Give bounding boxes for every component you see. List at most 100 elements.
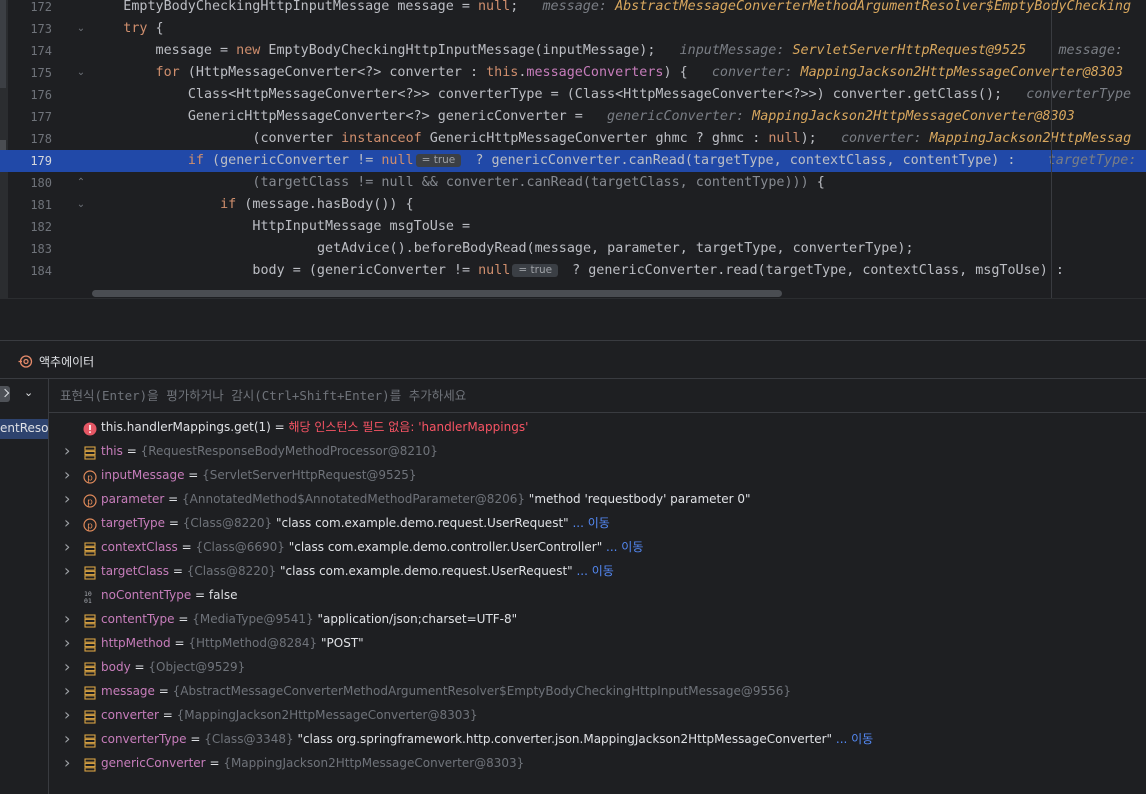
code-line[interactable]: 184 body = (genericConverter != null = tru… [0,260,1146,282]
chevron-right-icon[interactable]: › [64,463,74,487]
frame-filter-button[interactable] [0,386,10,402]
line-number[interactable]: 181 [8,194,52,216]
variable-icon [83,636,97,652]
code-line[interactable]: 174 message = new EmptyBodyCheckingHttpIn… [0,40,1146,62]
horizontal-scrollbar[interactable] [92,290,782,297]
chevron-right-icon[interactable]: › [64,607,74,631]
variable-row[interactable]: › targetClass = {Class@8220} "class com.e… [49,559,1146,583]
variable-row[interactable]: › p inputMessage = {ServletServerHttpReque… [49,463,1146,487]
code-line[interactable]: 177 GenericHttpMessageConverter<?> generi… [0,106,1146,128]
line-number[interactable]: 174 [8,40,52,62]
variable-row[interactable]: › message = {AbstractMessageConverterMeth… [49,679,1146,703]
variable-row[interactable]: › p parameter = {AnnotatedMethod$Annotated… [49,487,1146,511]
chevron-right-icon[interactable]: › [64,727,74,751]
variable-name: body [101,660,131,674]
line-number[interactable]: 182 [8,216,52,238]
fold-toggle-icon[interactable]: ⌃ [74,172,88,194]
code-line[interactable]: 173 ⌄ try { [0,18,1146,40]
variable-row[interactable]: › converter = {MappingJackson2HttpMessage… [49,703,1146,727]
variable-row[interactable]: › httpMethod = {HttpMethod@8284} "POST" [49,631,1146,655]
line-number[interactable]: 176 [8,84,52,106]
line-number[interactable]: 173 [8,18,52,40]
variable-reference: {Class@8220} [182,516,273,530]
tab-actuator[interactable]: 액추에이터 [18,351,94,371]
variable-name: genericConverter [101,756,206,770]
inline-debug-hint: converter: MappingJackson2HttpMessag [817,131,1131,146]
code-line[interactable]: 182 HttpInputMessage msgToUse = [0,216,1146,238]
line-number[interactable]: 177 [8,106,52,128]
hint-name: targetType: [1047,153,1145,168]
svg-text:p: p [87,498,93,508]
variable-value: "class com.example.demo.request.UserRequ… [276,564,573,578]
line-number[interactable]: 180 [8,172,52,194]
code-line[interactable]: 172 EmptyBodyCheckingHttpInputMessage mes… [0,0,1146,18]
code-token: (converter [252,131,342,146]
variable-equals: = [165,516,183,530]
chevron-right-icon[interactable]: › [64,703,74,727]
line-number[interactable]: 183 [8,238,52,260]
code-token: null [768,131,801,146]
variable-row[interactable]: › converterType = {Class@3348} "class org… [49,727,1146,751]
code-token: messageConverters [526,65,664,80]
chevron-right-icon[interactable]: › [64,751,74,775]
chevron-right-icon[interactable]: › [64,559,74,583]
variable-equals: = [158,708,177,722]
chevron-right-icon[interactable]: › [64,679,74,703]
variable-equals: = [191,588,209,602]
code-text: if (genericConverter != null = true ? gen… [188,150,1145,172]
navigate-link[interactable]: ... 이동 [573,564,613,578]
variable-icon: 10 01 [83,588,97,605]
navigate-link[interactable]: ... 이동 [569,516,609,530]
variable-value: "application/json;charset=UTF-8" [313,612,518,626]
variable-row[interactable]: › this = {RequestResponseBodyMethodProces… [49,439,1146,463]
navigate-link[interactable]: ... 이동 [832,732,873,746]
hint-value: MappingJackson2HttpMessageConverter@8303 [752,109,1075,124]
variable-icon [83,756,97,772]
actuator-icon [18,354,33,368]
inline-debug-hint: genericConverter: MappingJackson2HttpMes… [583,109,1075,124]
navigate-link[interactable]: ... 이동 [602,540,643,554]
variable-row[interactable]: › contextClass = {Class@6690} "class com.… [49,535,1146,559]
hint-value: MappingJackson2HttpMessageConverter@8303 [800,65,1124,80]
code-line[interactable]: 180 ⌃ (targetClass != null && converter.ca… [0,172,1146,194]
debugger-tab-bar: 액추에이터 [0,341,1146,379]
chevron-right-icon[interactable]: › [64,511,74,535]
expression-input[interactable] [49,378,1146,412]
variable-row[interactable]: this.handlerMappings.get(1) = 해당 인스턴스 필드… [49,415,1146,439]
variable-text: inputMessage = {ServletServerHttpRequest… [101,463,417,487]
variable-icon [83,684,97,700]
line-number[interactable]: 179 [8,150,52,172]
field-icon [84,542,96,556]
line-number[interactable]: 175 [8,62,52,84]
code-line[interactable]: 181 ⌄ if (message.hasBody()) { [0,194,1146,216]
code-line[interactable]: 178 (converter instanceof GenericHttpMess… [0,128,1146,150]
line-number[interactable]: 184 [8,260,52,282]
line-number[interactable]: 172 [8,0,52,18]
code-line[interactable]: 175 ⌄ for (HttpMessageConverter<?> convert… [0,62,1146,84]
line-number[interactable]: 178 [8,128,52,150]
variable-row[interactable]: › body = {Object@9529} [49,655,1146,679]
variable-equals: = [164,492,183,506]
fold-toggle-icon[interactable]: ⌄ [74,62,88,84]
chevron-right-icon[interactable]: › [64,631,74,655]
variable-row[interactable]: › p targetType = {Class@8220} "class com.e… [49,511,1146,535]
frame-list-item-label: entResolv [0,421,48,435]
chevron-down-icon[interactable]: ⌄ [24,386,33,399]
chevron-right-icon[interactable]: › [64,439,74,463]
code-line[interactable]: 176 Class<HttpMessageConverter<?>> conver… [0,84,1146,106]
chevron-right-icon[interactable]: › [64,487,74,511]
variable-row[interactable]: › genericConverter = {MappingJackson2Http… [49,751,1146,775]
code-token: EmptyBodyCheckingHttpInputMessage(inputM… [260,43,656,58]
variable-row[interactable]: › contentType = {MediaType@9541} "applica… [49,607,1146,631]
fold-toggle-icon[interactable]: ⌄ [74,18,88,40]
code-line[interactable]: 183 getAdvice().beforeBodyRead(message, p… [0,238,1146,260]
variable-row[interactable]: 10 01 noContentType = false [49,583,1146,607]
chevron-right-icon[interactable]: › [64,655,74,679]
code-token: for [155,65,180,80]
fold-toggle-icon[interactable]: ⌄ [74,194,88,216]
code-line[interactable]: 179 if (genericConverter != null = true ? … [0,150,1146,172]
chevron-right-icon[interactable]: › [64,535,74,559]
code-editor[interactable]: 172 EmptyBodyCheckingHttpInputMessage mes… [0,0,1146,298]
frame-list-item[interactable]: entResolv [0,419,48,439]
variable-name: targetType [101,516,166,530]
